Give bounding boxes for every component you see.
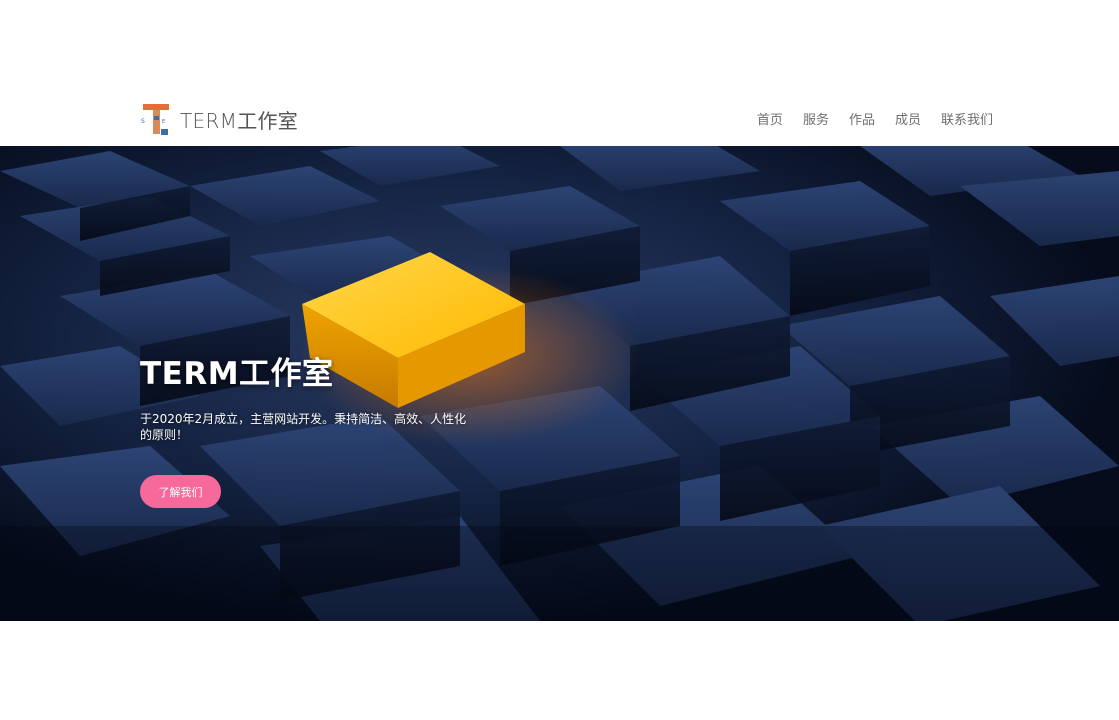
hero-title: TERM工作室 [140,356,334,392]
nav-link-members[interactable]: 成员 [895,109,921,128]
nav-link-services[interactable]: 服务 [803,109,829,128]
nav-link-contact[interactable]: 联系我们 [941,109,993,128]
brand-name: TERM工作室 [180,108,299,133]
page: S E TERM工作室 首页 服务 作品 成员 联系我们 TERM工作室 于20… [0,0,1119,720]
about-us-button[interactable]: 了解我们 [140,475,221,508]
hero-content: TERM工作室 于2020年2月成立，主营网站开发。秉持简洁、高效、人性化的原则… [140,352,480,508]
term-logo-icon: S E [140,102,172,136]
svg-text:E: E [162,119,165,125]
nav-link-works[interactable]: 作品 [849,109,875,128]
hero-description: 于2020年2月成立，主营网站开发。秉持简洁、高效、人性化的原则！ [140,412,467,442]
hero-banner: TERM工作室 于2020年2月成立，主营网站开发。秉持简洁、高效、人性化的原则… [0,146,1119,621]
main-nav: 首页 服务 作品 成员 联系我们 [757,109,993,128]
navbar: S E TERM工作室 首页 服务 作品 成员 联系我们 [0,92,1119,146]
brand-home-link[interactable]: S E TERM工作室 [140,100,298,138]
nav-link-home[interactable]: 首页 [757,109,783,128]
svg-text:S: S [141,118,145,125]
